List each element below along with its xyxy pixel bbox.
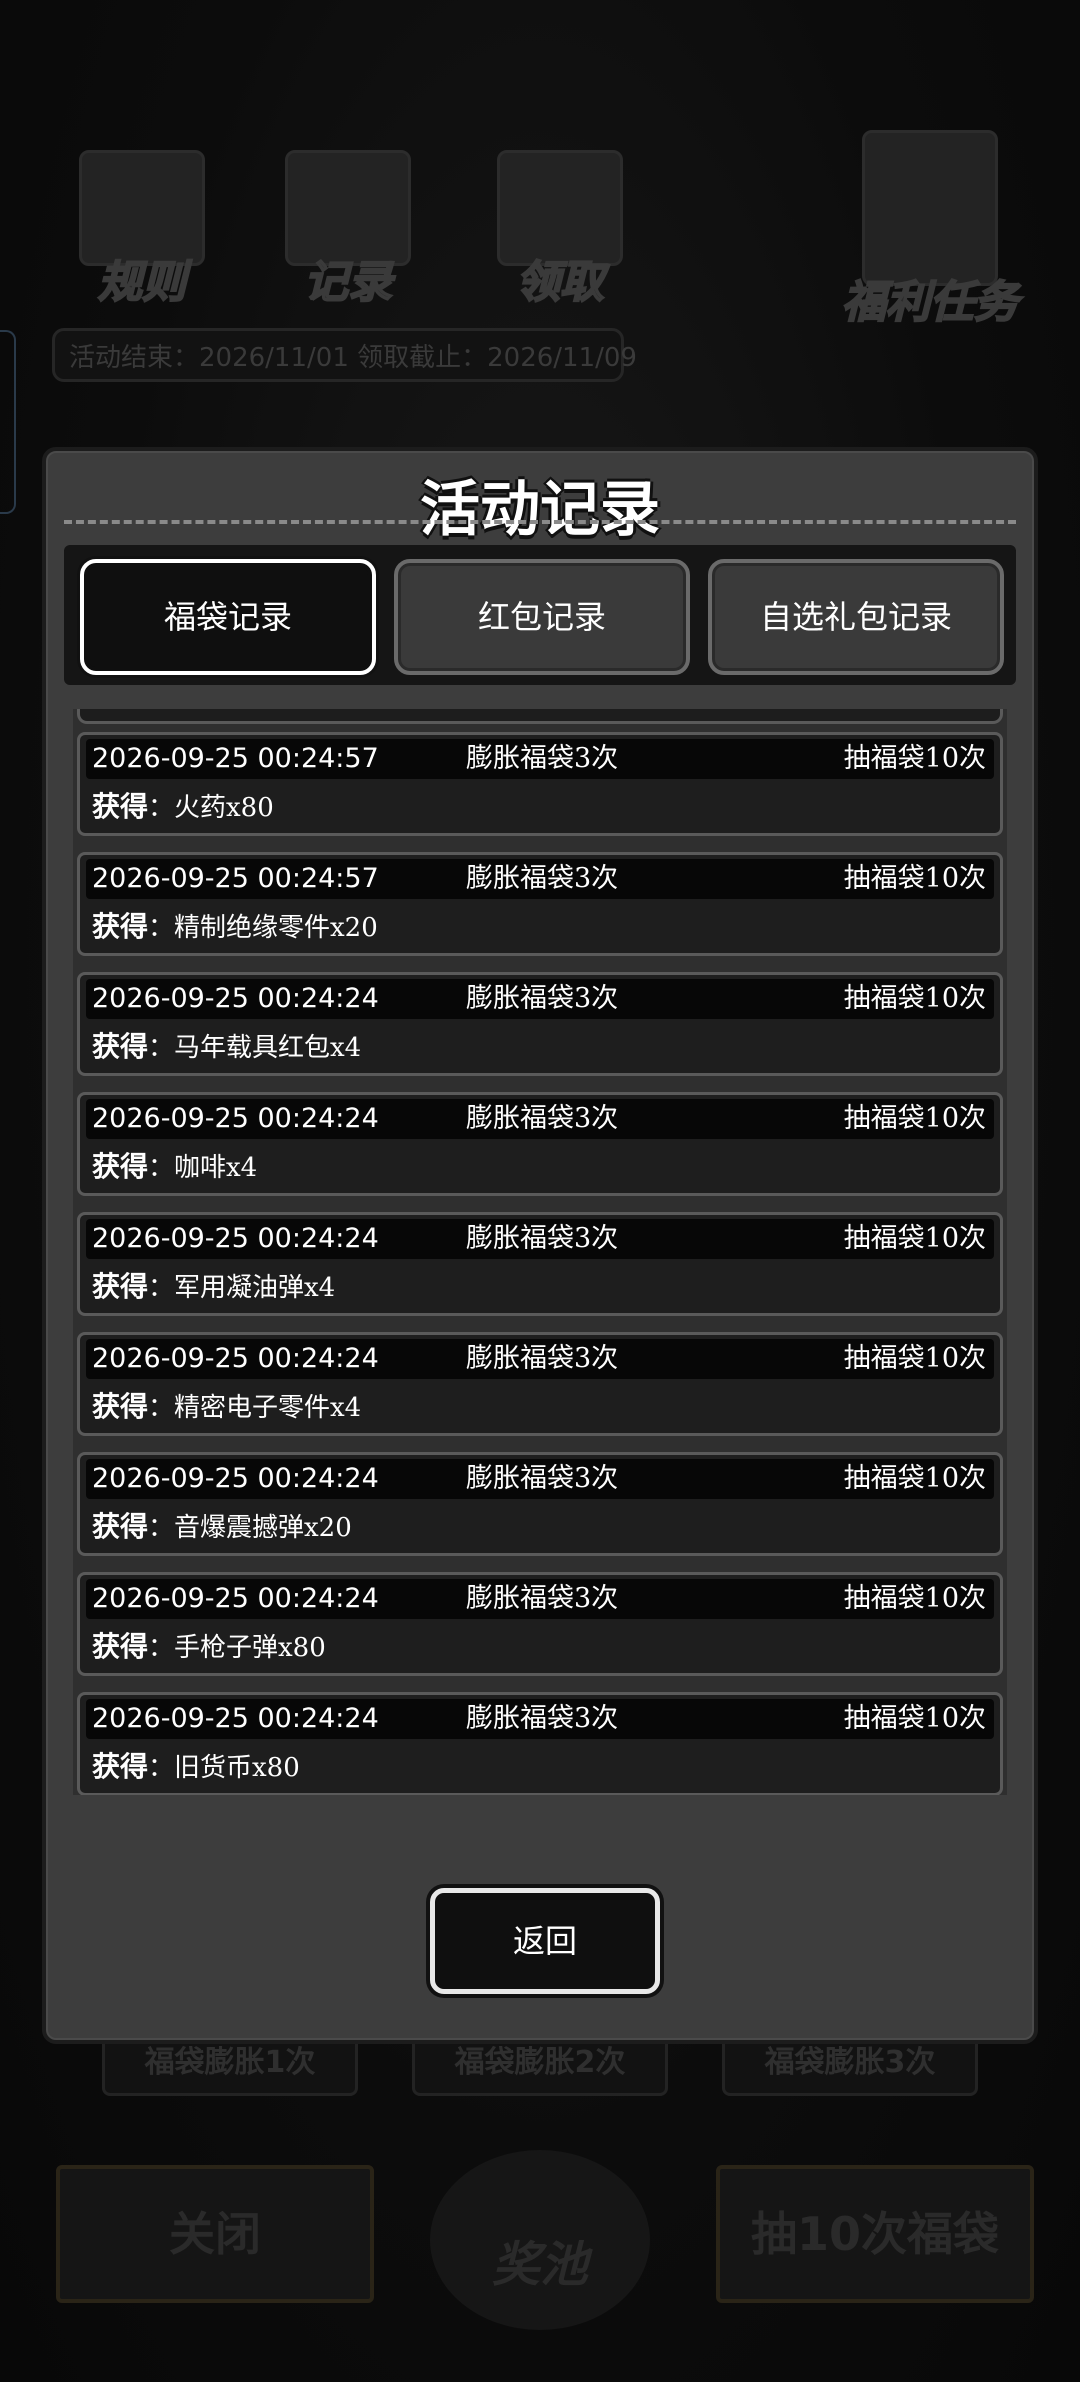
record-header: 2026-09-25 00:24:24 膨胀福袋3次 抽福袋10次 (86, 1459, 994, 1499)
record-row: 2026-09-25 00:24:24 膨胀福袋3次 抽福袋10次获得：军用凝油弹x… (77, 1212, 1003, 1316)
tab-lucky-bag-record[interactable]: 福袋记录 (80, 559, 376, 675)
record-reward: 获得：精密电子零件x4 (92, 1385, 361, 1430)
reward-label: 获得 (92, 1270, 149, 1303)
record-time: 2026-09-25 00:24:57 (92, 863, 379, 894)
record-reward: 获得：咖啡x4 (92, 1145, 257, 1190)
close-button: 关闭 (56, 2165, 374, 2303)
record-header: 2026-09-25 00:24:24 膨胀福袋3次 抽福袋10次 (86, 1699, 994, 1739)
record-tabs: 福袋记录 红包记录 自选礼包记录 (64, 545, 1016, 685)
record-header: 2026-09-25 00:24:24 膨胀福袋3次 抽福袋10次 (86, 1579, 994, 1619)
title-divider (64, 520, 1016, 524)
record-row: 2026-09-25 00:24:24 膨胀福袋3次 抽福袋10次获得：音爆震撼弹x… (77, 1452, 1003, 1556)
record-draw-count: 抽福袋10次 (843, 983, 986, 1014)
record-time: 2026-09-25 00:24:24 (92, 1463, 379, 1494)
record-label: 记录 (303, 256, 393, 309)
record-header: 2026-09-25 00:24:24 膨胀福袋3次 抽福袋10次 (86, 1339, 994, 1379)
reward-label: 获得 (92, 1390, 149, 1423)
record-reward: 获得：军用凝油弹x4 (92, 1265, 335, 1310)
rules-button: 规则 (62, 150, 222, 310)
record-row: 2026-09-25 00:24:57 膨胀福袋3次 抽福袋10次获得：火药x80 (77, 732, 1003, 836)
reward-item: ：马年载具红包x4 (148, 1033, 362, 1063)
record-reward: 获得：音爆震撼弹x20 (92, 1505, 352, 1550)
record-type: 膨胀福袋3次 (466, 743, 619, 774)
reward-item: ：军用凝油弹x4 (148, 1273, 336, 1303)
record-row: 2026-09-25 00:24:24 膨胀福袋3次 抽福袋10次获得：精密电子零件… (77, 1332, 1003, 1436)
record-row: 2026-09-25 00:24:24 膨胀福袋3次 抽福袋10次获得：旧货币x80 (77, 1692, 1003, 1795)
reward-label: 获得 (92, 910, 149, 943)
record-type: 膨胀福袋3次 (466, 983, 619, 1014)
record-type: 膨胀福袋3次 (466, 1583, 619, 1614)
record-draw-count: 抽福袋10次 (843, 863, 986, 894)
record-reward: 获得：精制绝缘零件x20 (92, 905, 378, 950)
reward-item: ：咖啡x4 (148, 1153, 258, 1183)
record-reward: 获得：手枪子弹x80 (92, 1625, 326, 1670)
tab-optional-gift-record[interactable]: 自选礼包记录 (708, 559, 1004, 675)
record-reward: 获得：旧货币x80 (92, 1745, 300, 1790)
record-button: 记录 (268, 150, 428, 310)
welfare-task-label: 福利任务 (841, 276, 1019, 329)
reward-item: ：火药x80 (148, 793, 274, 823)
record-header: 2026-09-25 00:24:24 膨胀福袋3次 抽福袋10次 (86, 979, 994, 1019)
record-time: 2026-09-25 00:24:24 (92, 1223, 379, 1254)
record-type: 膨胀福袋3次 (466, 1343, 619, 1374)
return-button[interactable]: 返回 (430, 1888, 660, 1994)
record-header: 2026-09-25 00:24:24 膨胀福袋3次 抽福袋10次 (86, 1099, 994, 1139)
reward-item: ：精制绝缘零件x20 (148, 913, 378, 943)
record-header: 2026-09-25 00:24:57 膨胀福袋3次 抽福袋10次 (86, 859, 994, 899)
record-row: 2026-09-25 00:24:24 膨胀福袋3次 抽福袋10次获得：手枪子弹x8… (77, 1572, 1003, 1676)
record-time: 2026-09-25 00:24:24 (92, 1103, 379, 1134)
record-time: 2026-09-25 00:24:24 (92, 1703, 379, 1734)
dialog-title: 活动记录 (420, 475, 660, 545)
rules-label: 规则 (97, 256, 187, 309)
record-header: 2026-09-25 00:24:24 膨胀福袋3次 抽福袋10次 (86, 1219, 994, 1259)
record-draw-count: 抽福袋10次 (843, 1583, 986, 1614)
record-row-partial (77, 709, 1003, 724)
reward-item: ：手枪子弹x80 (148, 1633, 326, 1663)
record-draw-count: 抽福袋10次 (843, 1103, 986, 1134)
record-row: 2026-09-25 00:24:57 膨胀福袋3次 抽福袋10次获得：精制绝缘零件… (77, 852, 1003, 956)
record-draw-count: 抽福袋10次 (843, 1343, 986, 1374)
record-time: 2026-09-25 00:24:57 (92, 743, 379, 774)
record-draw-count: 抽福袋10次 (843, 1703, 986, 1734)
record-time: 2026-09-25 00:24:24 (92, 1343, 379, 1374)
reward-label: 获得 (92, 1150, 149, 1183)
reward-label: 获得 (92, 790, 149, 823)
welfare-task-button: 福利任务 (830, 130, 1030, 330)
record-type: 膨胀福袋3次 (466, 1223, 619, 1254)
event-dates: 活动结束：2026/11/01 领取截止：2026/11/09 (52, 328, 637, 382)
draw-10-button: 抽10次福袋 (716, 2165, 1034, 2303)
record-list-content: 2026-09-25 00:24:57 膨胀福袋3次 抽福袋10次 获得：火药x80 2… (73, 709, 1007, 1795)
record-time: 2026-09-25 00:24:24 (92, 1583, 379, 1614)
record-reward: 获得：火药x80 (92, 785, 274, 830)
reward-label: 获得 (92, 1750, 149, 1783)
activity-record-dialog: 活动记录 福袋记录 红包记录 自选礼包记录 2026-09-25 00:24:5… (42, 447, 1038, 2044)
record-type: 膨胀福袋3次 (466, 1463, 619, 1494)
record-draw-count: 抽福袋10次 (843, 1463, 986, 1494)
record-draw-count: 抽福袋10次 (843, 743, 986, 774)
tab-red-packet-record[interactable]: 红包记录 (394, 559, 690, 675)
record-draw-count: 抽福袋10次 (843, 1223, 986, 1254)
reward-item: ：旧货币x80 (148, 1753, 300, 1783)
record-row: 2026-09-25 00:24:24 膨胀福袋3次 抽福袋10次获得：马年载具红包… (77, 972, 1003, 1076)
record-type: 膨胀福袋3次 (466, 1703, 619, 1734)
prize-pool-button: 奖池 (430, 2150, 650, 2330)
reward-label: 获得 (92, 1630, 149, 1663)
record-type: 膨胀福袋3次 (466, 863, 619, 894)
welfare-task-icon (862, 130, 998, 286)
record-type: 膨胀福袋3次 (466, 1103, 619, 1134)
claim-label: 领取 (515, 256, 605, 309)
record-reward: 获得：马年载具红包x4 (92, 1025, 361, 1070)
reward-label: 获得 (92, 1510, 149, 1543)
reward-item: ：精密电子零件x4 (148, 1393, 362, 1423)
record-time: 2026-09-25 00:24:24 (92, 983, 379, 1014)
record-list[interactable]: 2026-09-25 00:24:57 膨胀福袋3次 抽福袋10次 获得：火药x80 2… (73, 709, 1007, 1795)
record-header: 2026-09-25 00:24:57 膨胀福袋3次 抽福袋10次 (86, 739, 994, 779)
reward-item: ：音爆震撼弹x20 (148, 1513, 352, 1543)
claim-button: 领取 (480, 150, 640, 310)
reward-label: 获得 (92, 1030, 149, 1063)
side-tab (0, 330, 16, 514)
record-row: 2026-09-25 00:24:24 膨胀福袋3次 抽福袋10次获得：咖啡x4 (77, 1092, 1003, 1196)
